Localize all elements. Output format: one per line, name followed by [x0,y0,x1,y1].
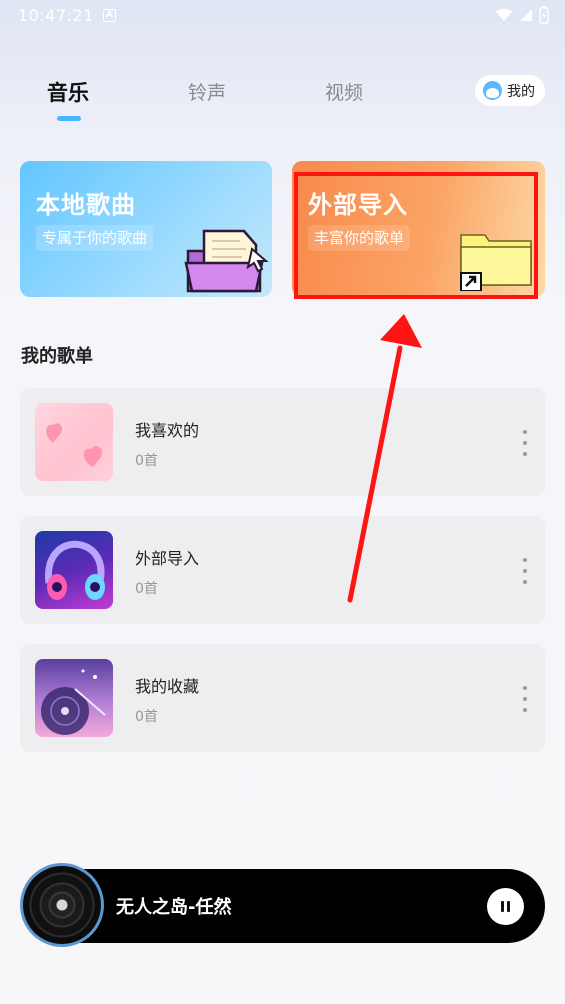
playlist-item-favorites[interactable]: 我喜欢的 0首 [20,388,545,496]
profile-button[interactable]: 我的 [475,75,545,106]
status-icons [495,6,549,24]
profile-label: 我的 [507,83,535,100]
headphones-icon [45,540,105,600]
more-icon[interactable] [519,558,531,584]
playlist-name: 我喜欢的 [135,421,200,440]
playlist-count: 0首 [135,581,158,597]
playlist-item-collection[interactable]: 我的收藏 0首 [20,644,545,752]
tab-video[interactable]: 视频 [325,78,363,105]
folder-music-icon [184,229,269,293]
vinyl-record-icon [41,669,106,735]
playlist-cover-external-import [35,531,113,609]
more-icon[interactable] [519,686,531,712]
battery-icon [539,6,549,24]
local-songs-card[interactable]: 本地歌曲 专属于你的歌曲 [20,161,272,297]
status-time: 10:47:21 [18,6,94,25]
local-songs-subtitle: 专属于你的歌曲 [36,225,154,251]
more-icon[interactable] [519,430,531,456]
active-tab-indicator [57,116,81,121]
external-import-title: 外部导入 [308,191,408,219]
now-playing-title: 无人之岛-任然 [116,897,232,918]
external-import-subtitle: 丰富你的歌单 [308,225,411,251]
external-import-card[interactable]: 外部导入 丰富你的歌单 [292,161,545,297]
vinyl-icon [23,866,101,944]
status-bar: 10:47:21 A [0,0,565,34]
signal-icon [520,9,532,21]
my-playlists-heading: 我的歌单 [21,346,93,367]
pause-icon [501,901,504,912]
playlist-item-external-import[interactable]: 外部导入 0首 [20,516,545,624]
avatar-icon [483,81,502,100]
album-disc[interactable] [20,863,104,947]
playlist-count: 0首 [135,709,158,725]
playlist-count: 0首 [135,453,158,469]
pause-button[interactable] [487,888,524,925]
playlist-cover-collection [35,659,113,737]
wifi-icon [495,8,513,21]
tab-music[interactable]: 音乐 [47,77,89,107]
heart-icon [46,423,102,467]
playlist-name: 我的收藏 [135,677,200,696]
playlist-name: 外部导入 [135,549,200,568]
notification-icon: A [103,9,116,22]
local-songs-title: 本地歌曲 [36,191,136,219]
folder-shortcut-icon [460,234,532,291]
tab-ringtone[interactable]: 铃声 [188,78,226,105]
playlist-cover-favorites [35,403,113,481]
